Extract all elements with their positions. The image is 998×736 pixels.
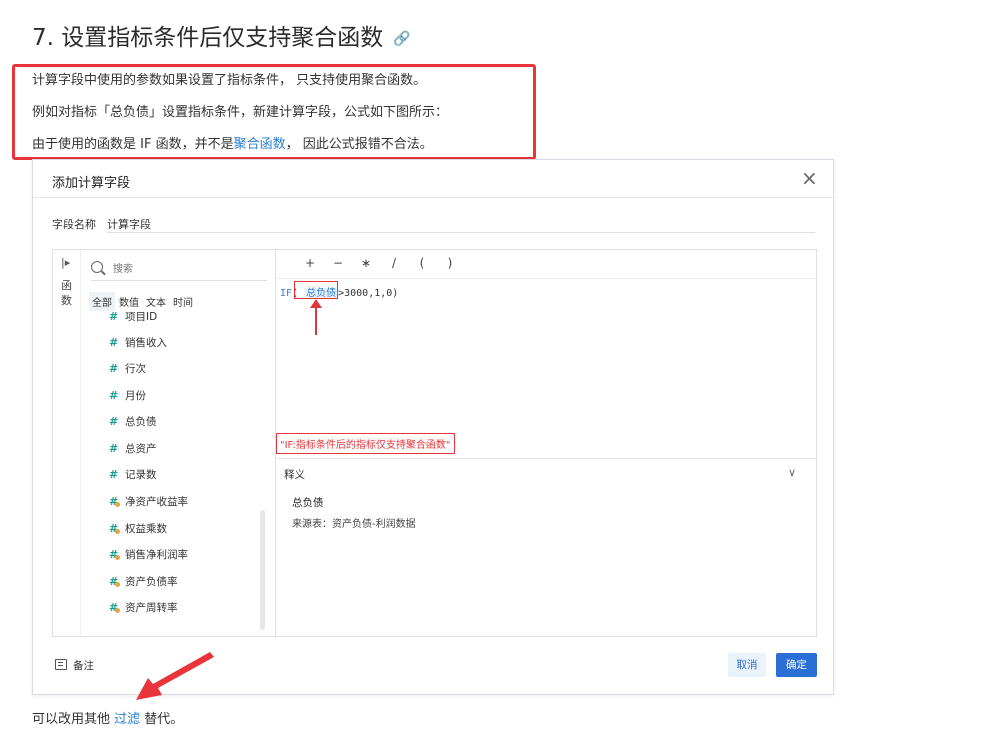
calculated-field-icon: # [109, 601, 121, 614]
field-list-pane: 全部数值文本时间 #项目ID #销售收入 #行次 #月份 #总负债 #总资产 #… [81, 250, 276, 636]
tab-all[interactable]: 全部 [89, 292, 115, 311]
chevron-down-icon[interactable]: ∨ [788, 466, 796, 479]
anchor-link-icon[interactable]: 🔗 [393, 31, 410, 47]
formula-editor-pane: + − ∗ /() IF ( 总负债 >3000,1,0) "IF:指标条件后的指标仅支持… [276, 250, 816, 636]
number-field-icon: # [109, 415, 119, 428]
list-item[interactable]: # 销售净利润率 [109, 547, 188, 562]
list-item[interactable]: # 总负债 [109, 414, 157, 429]
footer-suffix: 替代。 [140, 712, 184, 727]
calculated-field-icon: # [109, 575, 121, 588]
tab-time[interactable]: 时间 [170, 292, 196, 311]
note-label: 备注 [73, 660, 94, 672]
field-type-tabs: 全部 数值 文本 时间 [89, 291, 197, 311]
list-item[interactable]: # 项目ID [109, 312, 157, 324]
footer-paragraph: 可以改用其他 过滤 替代。 [32, 708, 183, 727]
function-rail: |▸ 函数 [53, 250, 81, 636]
field-name-input[interactable]: 计算字段 [107, 216, 151, 232]
explain-source: 来源表：资产负债-利润数据 [292, 519, 416, 530]
token-highlight-box [294, 281, 338, 299]
open-paren-button[interactable]: ( [408, 256, 436, 270]
list-item[interactable]: # 总资产 [109, 441, 157, 456]
field-name-label: 字段名称 [52, 218, 96, 231]
up-arrow-shaft [315, 305, 317, 335]
note-button[interactable]: 备注 [55, 658, 94, 673]
minus-operator-button[interactable]: − [324, 256, 352, 270]
number-field-icon: # [109, 336, 119, 349]
calculated-field-icon: # [109, 522, 121, 535]
number-field-icon: # [109, 362, 119, 375]
plus-operator-button[interactable]: + [296, 256, 324, 270]
paragraph-2: 例如对指标「总负债」设置指标条件，新建计算字段，公式如下图所示： [32, 105, 449, 120]
paragraph-3: 由于使用的函数是 IF 函数，并不是聚合函数， 因此公式报错不合法。 [32, 133, 433, 152]
formula-error-message: "IF:指标条件后的指标仅支持聚合函数" [276, 433, 455, 454]
dialog-title: 添加计算字段 [52, 176, 131, 191]
number-field-icon: # [109, 468, 119, 481]
list-item[interactable]: # 记录数 [109, 467, 157, 482]
tab-number[interactable]: 数值 [116, 292, 142, 311]
field-name-underline [107, 232, 815, 233]
field-list: # 项目ID # 销售收入 # 行次 # 月份 # 总负债 # 总资产 # 记录数 # 净资产收… [81, 312, 261, 632]
explain-field-name: 总负债 [292, 497, 324, 509]
search-input[interactable] [113, 260, 263, 278]
list-item[interactable]: # 行次 [109, 361, 146, 376]
formula-rest: >3000,1,0) [338, 288, 399, 299]
cancel-button[interactable]: 取消 [728, 653, 766, 677]
number-field-icon: # [109, 312, 119, 323]
filter-link[interactable]: 过滤 [114, 712, 140, 727]
operator-toolbar: + − ∗ /() [296, 256, 464, 270]
section-heading: 7. 设置指标条件后仅支持聚合函数 🔗 [32, 18, 411, 52]
explain-divider [276, 458, 816, 459]
formula-function: IF [280, 288, 293, 299]
list-item[interactable]: # 权益乘数 [109, 521, 167, 536]
list-item[interactable]: # 月份 [109, 388, 146, 403]
calculated-field-icon: # [109, 548, 121, 561]
section-heading-text: 7. 设置指标条件后仅支持聚合函数 [32, 25, 384, 51]
footer-prefix: 可以改用其他 [32, 712, 115, 727]
list-item[interactable]: # 销售收入 [109, 335, 167, 350]
calculated-field-icon: # [109, 495, 121, 508]
close-paren-button[interactable]: ) [436, 256, 464, 270]
explain-title: 释义 [284, 469, 305, 481]
paragraph-3-suffix: ， 因此公式报错不合法。 [285, 137, 433, 152]
formula-panel: |▸ 函数 全部数值文本时间 #项目ID #销售收入 #行次 #月份 #总负债 … [52, 249, 817, 637]
multiply-operator-button[interactable]: ∗ [352, 256, 380, 270]
paragraph-3-prefix: 由于使用的函数是 IF 函数，并不是 [32, 137, 234, 152]
search-icon [91, 261, 103, 273]
paragraph-1: 计算字段中使用的参数如果设置了指标条件， 只支持使用聚合函数。 [32, 73, 427, 88]
confirm-button[interactable]: 确定 [776, 653, 817, 677]
toolbar-divider [276, 278, 816, 279]
number-field-icon: # [109, 442, 119, 455]
collapse-panel-icon[interactable]: |▸ [61, 256, 70, 269]
list-item[interactable]: # 资产负债率 [109, 574, 178, 589]
tab-text[interactable]: 文本 [143, 292, 169, 311]
note-icon [55, 659, 67, 670]
search-box [91, 260, 267, 281]
function-rail-label[interactable]: 函数 [61, 278, 73, 308]
list-scrollbar[interactable] [260, 510, 265, 630]
annotation-arrow-icon [136, 652, 214, 700]
divide-operator-button[interactable]: / [380, 256, 408, 270]
add-calculated-field-dialog: 添加计算字段 × 字段名称 计算字段 |▸ 函数 全部数值文本时间 #项目ID … [32, 159, 834, 695]
list-item[interactable]: # 净资产收益率 [109, 494, 188, 509]
dialog-header-divider [33, 197, 833, 198]
aggregate-function-link[interactable]: 聚合函数 [234, 137, 286, 152]
list-item[interactable]: # 资产周转率 [109, 600, 178, 615]
close-icon[interactable]: × [801, 168, 818, 188]
number-field-icon: # [109, 389, 119, 402]
